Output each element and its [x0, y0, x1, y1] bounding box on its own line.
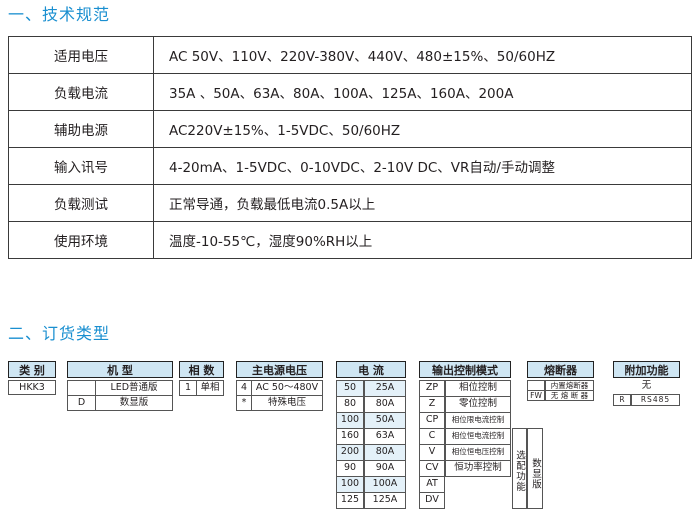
phase-header: 相 数: [179, 361, 224, 378]
spec-key: 负载电流: [8, 73, 154, 111]
current-code: 80: [336, 396, 364, 413]
control-mode-header: 输出控制模式: [419, 361, 511, 378]
order-type-value: HKK3: [8, 380, 56, 395]
table-row: 使用环境 温度-10-55℃，湿度90%RH以上: [8, 221, 692, 259]
spec-value: 温度-10-55℃，湿度90%RH以上: [153, 221, 692, 259]
voltage-desc: 特殊电压: [251, 395, 323, 411]
current-header: 电 流: [336, 361, 406, 378]
spec-value: 4-20mA、1-5VDC、0-10VDC、2-10V DC、VR自动/手动调整: [153, 147, 692, 185]
control-code: ZP: [419, 380, 445, 397]
control-desc: 恒功率控制: [445, 460, 511, 477]
spec-key: 辅助电源: [8, 110, 154, 148]
current-code: 100: [336, 476, 364, 493]
current-value: 80A: [364, 396, 406, 413]
control-code: Z: [419, 396, 445, 413]
table-row: 输入讯号 4-20mA、1-5VDC、0-10VDC、2-10V DC、VR自动/…: [8, 147, 692, 185]
phase-group: 相 数 1 单相: [179, 361, 224, 397]
control-desc: 相位恒电压控制: [445, 444, 511, 461]
spec-key: 使用环境: [8, 221, 154, 259]
control-code: CV: [419, 460, 445, 477]
control-code: C: [419, 428, 445, 445]
current-value: 50A: [364, 412, 406, 429]
model-code: D: [67, 395, 95, 411]
current-code: 50: [336, 380, 364, 397]
control-code: AT: [419, 476, 445, 493]
model-group: 机 型 LED普通版 D 数显版: [67, 361, 173, 411]
voltage-desc: AC 50～480V: [251, 380, 323, 396]
current-value: 25A: [364, 380, 406, 397]
spec-table: 适用电压 AC 50V、110V、220V-380V、440V、480±15%、5…: [8, 36, 692, 259]
current-group: 电 流 50 25A 80 80A 100 50A 160 63A 200 80…: [336, 361, 406, 509]
spec-key: 负载测试: [8, 184, 154, 222]
control-code: DV: [419, 492, 445, 509]
voltage-header: 主电源电压: [236, 361, 323, 378]
extra-function-desc: 无: [641, 380, 652, 391]
model-desc: 数显版: [95, 395, 173, 411]
spec-value: AC220V±15%、1-5VDC、50/60HZ: [153, 110, 692, 148]
fuse-desc: 无 熔 断 器: [545, 390, 594, 401]
phase-desc: 单相: [196, 380, 224, 396]
current-code: 90: [336, 460, 364, 477]
current-code: 100: [336, 412, 364, 429]
fuse-code: FW: [527, 390, 545, 401]
spec-key: 适用电压: [8, 36, 154, 74]
table-row: 负载测试 正常导通，负载最低电流0.5A以上: [8, 184, 692, 222]
control-desc: [445, 476, 511, 493]
control-desc: 相位控制: [445, 380, 511, 397]
fuse-group: 熔断器 内置熔断器 FW 无 熔 断 器: [527, 361, 594, 401]
voltage-code: *: [236, 395, 251, 411]
current-code: 125: [336, 492, 364, 509]
table-row: 负载电流 35A 、50A、63A、80A、100A、125A、160A、200A: [8, 73, 692, 111]
extra-function-desc: RS485: [631, 394, 680, 406]
control-desc: 相位限电流控制: [445, 412, 511, 429]
control-mode-group: 输出控制模式 ZP 相位控制 Z 零位控制 CP 相位限电流控制 C 相位恒电流…: [419, 361, 543, 509]
current-value: 90A: [364, 460, 406, 477]
current-value: 125A: [364, 492, 406, 509]
spec-value: 35A 、50A、63A、80A、100A、125A、160A、200A: [153, 73, 692, 111]
model-desc: LED普通版: [95, 380, 173, 396]
spec-key: 输入讯号: [8, 147, 154, 185]
spec-value: 正常导通，负载最低电流0.5A以上: [153, 184, 692, 222]
current-code: 160: [336, 428, 364, 445]
order-type-header: 类 别: [8, 361, 56, 378]
optional-function-label: 选配功能: [512, 428, 527, 509]
current-value: 80A: [364, 444, 406, 461]
model-code: [67, 380, 95, 396]
order-type-group: 类 别 HKK3: [8, 361, 56, 395]
phase-code: 1: [179, 380, 196, 396]
section-order-type-title: 二、订货类型: [8, 324, 111, 343]
control-code: V: [419, 444, 445, 461]
control-code: CP: [419, 412, 445, 429]
spec-value: AC 50V、110V、220V-380V、440V、480±15%、50/60…: [153, 36, 692, 74]
voltage-group: 主电源电压 4 AC 50～480V * 特殊电压: [236, 361, 323, 411]
extra-function-group: 附加功能 无 R RS485: [613, 361, 680, 407]
control-desc: 相位恒电流控制: [445, 428, 511, 445]
section-technical-spec-title: 一、技术规范: [8, 5, 111, 24]
table-row: 适用电压 AC 50V、110V、220V-380V、440V、480±15%、5…: [8, 36, 692, 74]
current-value: 100A: [364, 476, 406, 493]
current-value: 63A: [364, 428, 406, 445]
digital-version-label: 数显版: [527, 428, 543, 509]
fuse-header: 熔断器: [527, 361, 594, 378]
extra-function-header: 附加功能: [613, 361, 680, 378]
extra-function-code: R: [613, 394, 631, 406]
voltage-code: 4: [236, 380, 251, 396]
control-desc: 零位控制: [445, 396, 511, 413]
control-desc: [445, 492, 511, 509]
model-header: 机 型: [67, 361, 173, 378]
current-code: 200: [336, 444, 364, 461]
table-row: 辅助电源 AC220V±15%、1-5VDC、50/60HZ: [8, 110, 692, 148]
